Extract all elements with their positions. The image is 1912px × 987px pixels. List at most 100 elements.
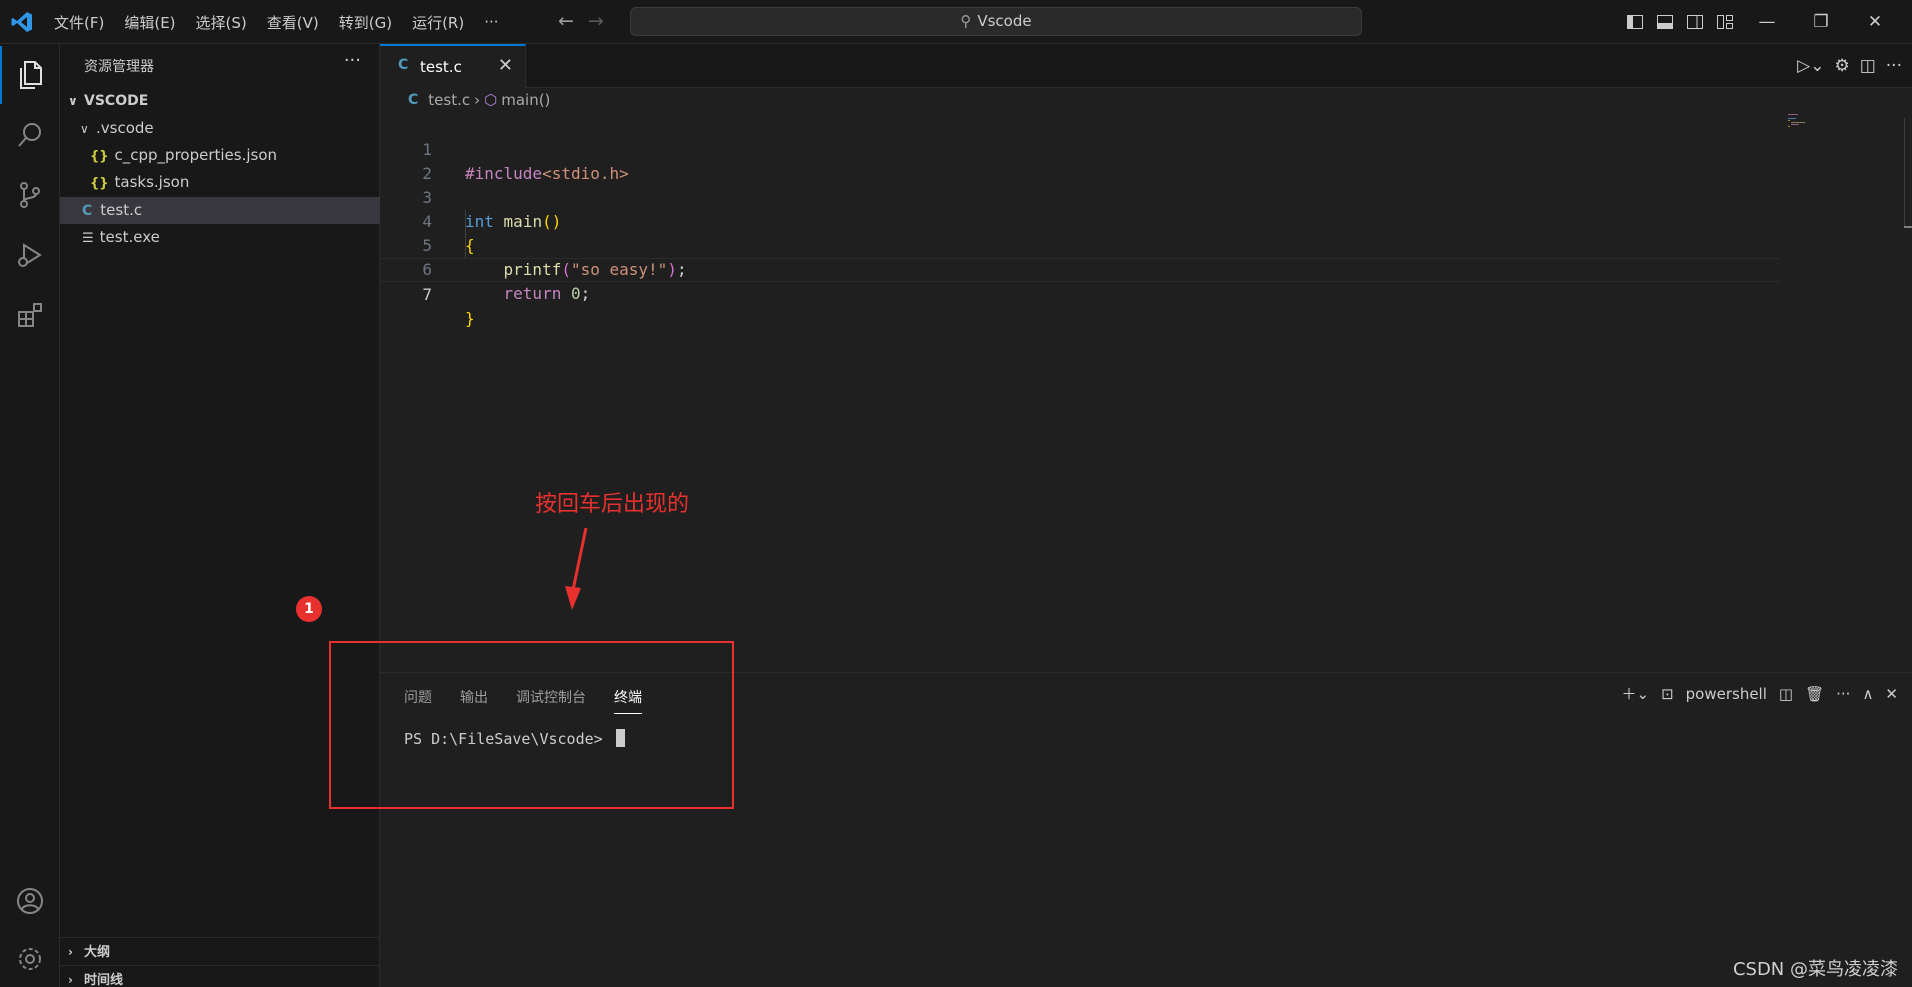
- menu-more[interactable]: ···: [474, 13, 508, 31]
- outline-section[interactable]: › 大纲: [60, 937, 380, 965]
- breadcrumb-symbol[interactable]: main(): [501, 91, 550, 109]
- chevron-down-icon: ∨: [80, 122, 89, 136]
- file-label: tasks.json: [114, 173, 190, 191]
- chevron-right-icon: ›: [68, 945, 73, 959]
- customize-layout-icon[interactable]: [1710, 7, 1740, 37]
- toggle-primary-sidebar-icon[interactable]: [1620, 7, 1650, 37]
- explorer-sidebar: 资源管理器 ··· ∨ VSCODE ∨ .vscode {} c_cpp_prope…: [60, 44, 380, 987]
- code-editor[interactable]: 1 #include<stdio.h> 2 3 int main() 4 { 5…: [380, 114, 1780, 328]
- code-line: 6 return 0;: [380, 234, 1780, 303]
- title-bar-actions: — ❐ ✕: [1620, 0, 1902, 44]
- close-window-icon[interactable]: ✕: [1848, 12, 1902, 32]
- indent-guide: [465, 210, 466, 258]
- text-file-icon: ☰: [82, 231, 94, 246]
- c-file-icon: C: [408, 92, 419, 108]
- editor-scrollbar[interactable]: [1904, 118, 1912, 228]
- json-file-icon: {}: [90, 176, 109, 191]
- menu-bar: 文件(F) 编辑(E) 选择(S) 查看(V) 转到(G) 运行(R) ···: [44, 0, 509, 44]
- panel-actions: ＋⌄ ⊡ powershell ◫ 🗑 ··· ∧ ✕: [1621, 683, 1898, 704]
- code-line: 1 #include<stdio.h>: [380, 114, 1780, 183]
- code-text: return 0;: [503, 284, 591, 303]
- search-icon: ⚲: [960, 12, 972, 30]
- annotation-badge: 1: [296, 596, 322, 622]
- more-actions-icon[interactable]: ···: [1836, 685, 1850, 703]
- back-arrow-icon[interactable]: ←: [558, 10, 574, 32]
- more-actions-icon[interactable]: ···: [344, 50, 361, 71]
- vscode-logo-icon: [11, 12, 32, 32]
- explorer-title: 资源管理器: [84, 59, 154, 75]
- chevron-right-icon: ›: [474, 91, 481, 109]
- editor-tab-bar: C test.c ✕ ▷⌄ ⚙ ◫ ···: [380, 44, 1912, 88]
- c-file-icon: C: [82, 203, 93, 219]
- outline-label: 大纲: [84, 945, 111, 960]
- c-file-icon: C: [398, 57, 409, 73]
- menu-go[interactable]: 转到(G): [329, 12, 402, 33]
- split-editor-icon[interactable]: ◫: [1860, 56, 1876, 76]
- menu-file[interactable]: 文件(F): [44, 12, 114, 33]
- menu-edit[interactable]: 编辑(E): [114, 12, 185, 33]
- terminal-shell-label[interactable]: powershell: [1686, 685, 1767, 703]
- minimize-icon[interactable]: —: [1740, 12, 1794, 32]
- breadcrumb: C test.c › ⬡ main(): [408, 91, 550, 109]
- workspace-root-label: VSCODE: [84, 93, 149, 109]
- timeline-section[interactable]: › 时间线: [60, 965, 380, 987]
- run-code-icon[interactable]: ▷⌄: [1797, 56, 1824, 76]
- source-control-icon[interactable]: [0, 166, 60, 224]
- annotation-text: 按回车后出现的: [535, 492, 690, 517]
- symbol-method-icon: ⬡: [484, 91, 498, 109]
- breadcrumb-file[interactable]: test.c: [428, 91, 470, 109]
- new-terminal-icon[interactable]: ＋⌄: [1621, 683, 1649, 704]
- code-text: }: [465, 309, 475, 328]
- folder-label: .vscode: [96, 119, 154, 137]
- settings-gear-icon[interactable]: ⚙: [1834, 56, 1849, 76]
- annotation-highlight-box: [329, 641, 734, 809]
- run-and-debug-icon[interactable]: [0, 226, 60, 284]
- file-c-cpp-properties[interactable]: {} c_cpp_properties.json: [60, 142, 380, 169]
- file-tasks-json[interactable]: {} tasks.json: [60, 169, 380, 196]
- restore-icon[interactable]: ❐: [1794, 12, 1848, 32]
- annotation-arrow-icon: [565, 527, 588, 610]
- menu-run[interactable]: 运行(R): [402, 12, 474, 33]
- explorer-icon[interactable]: [0, 46, 60, 104]
- close-tab-icon[interactable]: ✕: [498, 55, 513, 76]
- file-test-c[interactable]: Ctest.c: [60, 197, 380, 224]
- timeline-label: 时间线: [84, 973, 124, 987]
- more-actions-icon[interactable]: ···: [1886, 56, 1902, 76]
- file-label: c_cpp_properties.json: [114, 146, 278, 164]
- chevron-down-icon: ∨: [68, 94, 78, 108]
- chevron-right-icon: ›: [68, 973, 73, 987]
- navigation-buttons: ← →: [558, 10, 604, 32]
- file-label: test.c: [100, 201, 143, 219]
- editor-actions: ▷⌄ ⚙ ◫ ···: [1797, 44, 1902, 88]
- close-panel-icon[interactable]: ✕: [1885, 685, 1898, 703]
- folder-vscode[interactable]: ∨ .vscode: [60, 115, 380, 142]
- code-line: 5 printf("so easy!");: [380, 210, 1780, 279]
- search-view-icon[interactable]: [0, 106, 60, 164]
- code-line-current: 7 }: [380, 258, 1780, 328]
- forward-arrow-icon[interactable]: →: [588, 10, 604, 32]
- manage-gear-icon[interactable]: [0, 930, 60, 987]
- menu-selection[interactable]: 选择(S): [186, 12, 257, 33]
- tab-test-c[interactable]: C test.c ✕: [380, 44, 526, 88]
- extensions-icon[interactable]: [0, 286, 60, 344]
- scrollbar-cursor-marker: [1904, 226, 1912, 228]
- trash-icon[interactable]: 🗑: [1805, 685, 1824, 703]
- file-test-exe[interactable]: ☰ test.exe: [60, 224, 380, 251]
- workspace-root[interactable]: ∨ VSCODE: [60, 88, 380, 115]
- command-center-search[interactable]: ⚲ Vscode: [630, 7, 1362, 36]
- menu-view[interactable]: 查看(V): [257, 12, 329, 33]
- json-file-icon: {}: [90, 149, 109, 164]
- toggle-secondary-sidebar-icon[interactable]: [1680, 7, 1710, 37]
- code-line: 4 {: [380, 186, 1780, 255]
- watermark: CSDN @菜鸟凌凌漆: [1732, 959, 1898, 980]
- activity-bar: [0, 44, 60, 987]
- toggle-panel-icon[interactable]: [1650, 7, 1680, 37]
- minimap[interactable]: [1788, 114, 1816, 130]
- split-terminal-icon[interactable]: ◫: [1779, 685, 1793, 703]
- maximize-panel-icon[interactable]: ∧: [1862, 685, 1873, 703]
- search-label: Vscode: [977, 12, 1032, 30]
- title-bar: 文件(F) 编辑(E) 选择(S) 查看(V) 转到(G) 运行(R) ··· …: [0, 0, 1912, 44]
- accounts-icon[interactable]: [0, 872, 60, 930]
- code-line: 3 int main(): [380, 162, 1780, 231]
- tab-label: test.c: [420, 58, 462, 76]
